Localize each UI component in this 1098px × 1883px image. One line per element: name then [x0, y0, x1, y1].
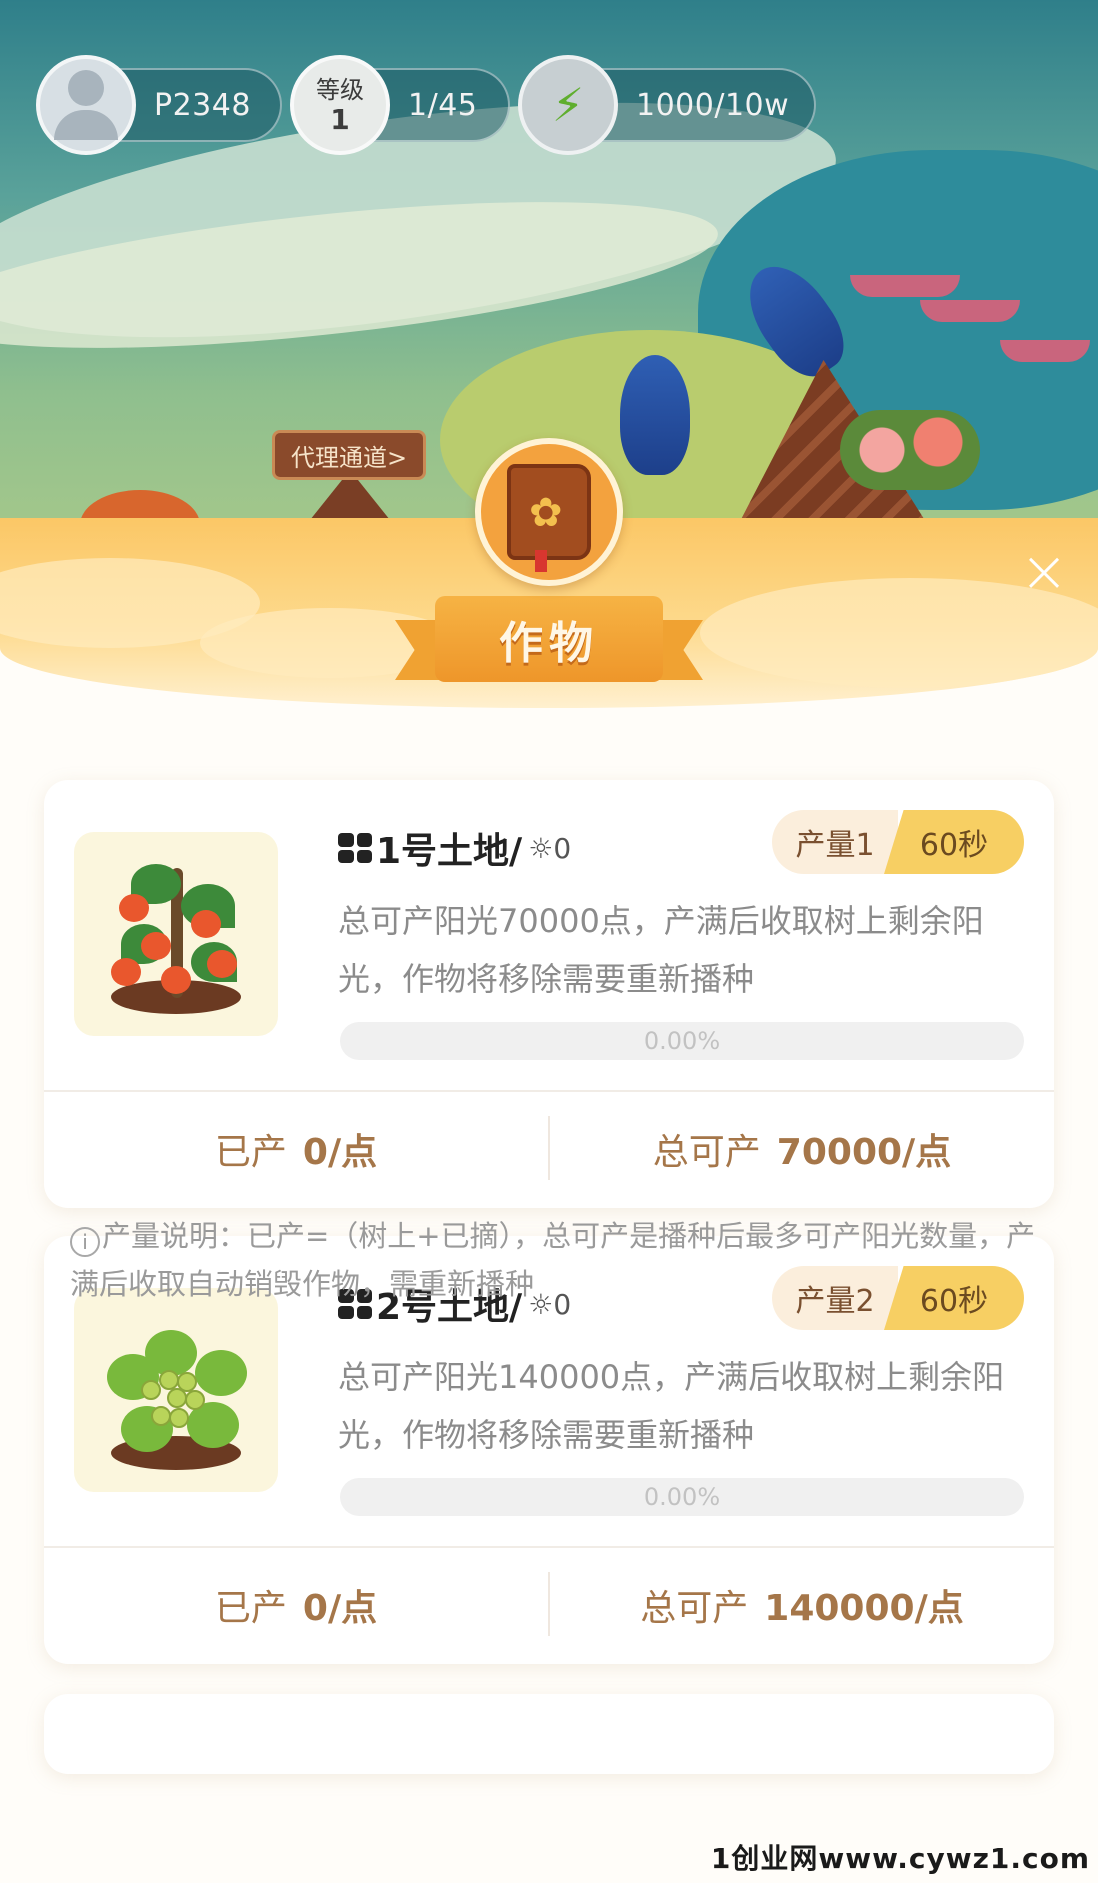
- progress-bar: 0.00%: [340, 1022, 1024, 1060]
- produced-value: 0/点: [302, 1132, 378, 1173]
- flower-bush: [840, 410, 980, 490]
- sheet-title: 作物: [435, 596, 663, 682]
- bookmark-ribbon: [535, 550, 547, 572]
- watermark: 1创业网www.cywz1.com: [710, 1842, 1090, 1875]
- avatar-head: [68, 70, 104, 106]
- level-pill[interactable]: 等级 1 1/45: [290, 55, 510, 155]
- info-icon: i: [70, 1227, 100, 1257]
- progress-text: 0.00%: [643, 1027, 721, 1055]
- produced-label: 已产: [214, 1132, 287, 1173]
- energy-value: 1000/10w: [636, 87, 790, 123]
- energy-badge: ⚡: [518, 55, 618, 155]
- total-stat: 总可产 140000/点: [550, 1570, 1054, 1640]
- crop-sheet: ✿ 作物 × 1号土地/ ☼ 0 产量1 60秒 总可产阳光70000点，产满后…: [0, 438, 1098, 1883]
- produced-stat: 已产 0/点: [44, 1570, 548, 1640]
- land-description: 总可产阳光140000点，产满后收取树上剩余阳光，作物将移除需要重新播种: [338, 1358, 1005, 1454]
- sun-icon: ☼: [528, 831, 554, 865]
- avatar[interactable]: [36, 55, 136, 155]
- grape-vine-icon: [101, 1310, 251, 1470]
- level-value: 1: [330, 103, 350, 136]
- lightning-icon: ⚡: [551, 78, 585, 132]
- user-id: P2348: [154, 87, 251, 123]
- yield-time: 60秒: [884, 810, 1024, 874]
- boat: [850, 275, 960, 297]
- total-label: 总可产: [640, 1588, 749, 1629]
- persimmon-tree-icon: [101, 854, 251, 1014]
- total-value: 140000/点: [764, 1588, 964, 1629]
- yield-label: 产量1: [772, 810, 898, 874]
- boat: [920, 300, 1020, 322]
- peacock-icon: [620, 355, 690, 475]
- total-label: 总可产: [652, 1132, 761, 1173]
- land-grid-icon: [338, 833, 372, 863]
- crop-thumbnail: [74, 832, 278, 1036]
- land-description: 总可产阳光70000点，产满后收取树上剩余阳光，作物将移除需要重新播种: [338, 902, 984, 998]
- book-icon: ✿: [507, 464, 591, 572]
- crop-thumbnail: [74, 1288, 278, 1492]
- crop-book-icon: ✿: [475, 438, 623, 586]
- yield-explanation: i 产量说明：已产=（树上+已摘），总可产是播种后最多可产阳光数量，产满后收取自动…: [70, 1212, 1050, 1308]
- wheat-icon: ✿: [529, 490, 563, 536]
- land-card: 1号土地/ ☼ 0 产量1 60秒 总可产阳光70000点，产满后收取树上剩余阳…: [44, 780, 1054, 1208]
- produced-stat: 已产 0/点: [44, 1114, 548, 1184]
- level-progress: 1/45: [408, 87, 478, 123]
- land-card-partial: [44, 1694, 1054, 1774]
- total-value: 70000/点: [776, 1132, 952, 1173]
- level-label: 等级: [316, 76, 364, 104]
- land-title: 1号土地/ ☼ 0: [338, 822, 571, 874]
- sun-value: 0: [553, 831, 572, 865]
- produced-label: 已产: [214, 1588, 287, 1629]
- divider: [44, 1090, 1054, 1092]
- land-name: 1号土地/: [376, 831, 523, 872]
- agent-channel-link[interactable]: 代理通道>: [272, 430, 427, 480]
- boat: [1000, 340, 1090, 362]
- progress-bar: 0.00%: [340, 1478, 1024, 1516]
- level-badge: 等级 1: [290, 55, 390, 155]
- produced-value: 0/点: [302, 1588, 378, 1629]
- total-stat: 总可产 70000/点: [550, 1114, 1054, 1184]
- progress-text: 0.00%: [643, 1483, 721, 1511]
- user-pill[interactable]: P2348: [36, 55, 282, 155]
- title-banner: 作物: [395, 596, 703, 688]
- divider: [44, 1546, 1054, 1548]
- yield-badge: 产量1 60秒: [772, 810, 1024, 874]
- yield-explanation-text: 产量说明：已产=（树上+已摘），总可产是播种后最多可产阳光数量，产满后收取自动销…: [70, 1219, 1036, 1301]
- close-button[interactable]: ×: [1018, 542, 1070, 600]
- energy-pill[interactable]: ⚡ 1000/10w: [518, 55, 816, 155]
- avatar-body: [54, 110, 118, 140]
